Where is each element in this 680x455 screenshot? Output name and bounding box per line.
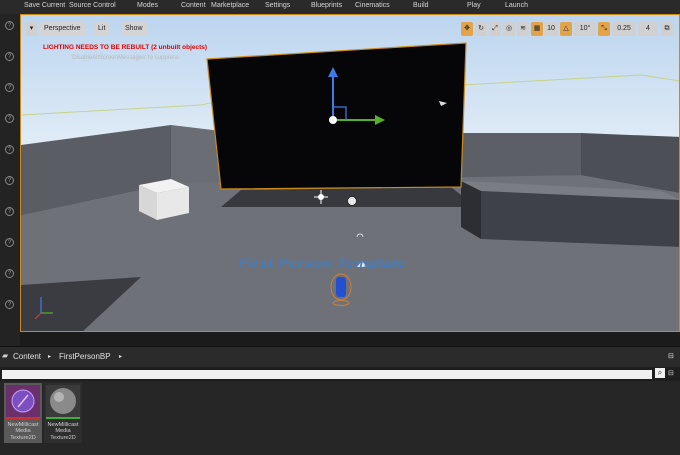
scene-render — [21, 15, 679, 331]
surface-snap-icon[interactable]: ≋ — [517, 22, 529, 36]
breadcrumb-firstpersonbp[interactable]: FirstPersonBP — [59, 352, 111, 361]
content-search-bar: ⌕ ⊟ — [0, 367, 680, 381]
wall-right-back — [451, 133, 581, 180]
left-side-strip: ? ? ? ? ? ? ? ? ? ? — [0, 14, 20, 346]
block-right-front — [481, 191, 679, 247]
breadcrumb-separator-icon[interactable]: ▸ — [119, 353, 122, 360]
help-icon[interactable]: ? — [5, 52, 14, 61]
toolbar-play[interactable]: Play — [467, 2, 481, 9]
show-label: Show — [125, 25, 143, 32]
perspective-label: Perspective — [44, 25, 81, 32]
asset-tile[interactable]: NewMillicast Media Texture2D — [4, 383, 42, 443]
help-icon[interactable]: ? — [5, 21, 14, 30]
main-toolbar: Save Current Source Control Modes Conten… — [0, 0, 680, 15]
lock-icon[interactable]: ⊟ — [668, 352, 674, 360]
help-icon[interactable]: ? — [5, 83, 14, 92]
maximize-viewport-icon[interactable]: ⧉ — [661, 22, 673, 36]
toolbar-settings[interactable]: Settings — [265, 2, 290, 9]
help-icon[interactable]: ? — [5, 207, 14, 216]
asset-label: NewMillicast Media Texture2D — [7, 422, 39, 441]
toolbar-launch[interactable]: Launch — [505, 2, 528, 9]
folder-icon[interactable]: ▰ — [2, 351, 8, 360]
filter-icon[interactable]: ⊟ — [668, 369, 674, 377]
help-icon[interactable]: ? — [5, 300, 14, 309]
asset-tile[interactable]: NewMillicast Media Texture2D — [44, 383, 82, 443]
move-tool-icon[interactable]: ✥ — [461, 22, 473, 36]
toolbar-content[interactable]: Content — [181, 2, 206, 9]
help-icon[interactable]: ? — [5, 238, 14, 247]
grid-snap-icon[interactable]: ▦ — [531, 22, 543, 36]
floor-template-text: First Person Template — [237, 256, 408, 271]
scale-snap-icon[interactable]: ⤡ — [598, 22, 610, 36]
rotate-tool-icon[interactable]: ↻ — [475, 22, 487, 36]
wall-left-back — [171, 125, 221, 187]
content-browser-path-bar: ▰ Content ▸ FirstPersonBP ▸ ⊟ — [0, 346, 680, 367]
viewport-options-button[interactable]: ▾ — [26, 22, 37, 36]
breadcrumb-content[interactable]: Content — [13, 352, 41, 361]
media-screen-plane[interactable] — [206, 42, 467, 190]
lit-label: Lit — [98, 25, 106, 32]
asset-label: NewMillicast Media Texture2D — [47, 422, 79, 441]
media-texture-icon — [6, 385, 40, 419]
show-button[interactable]: Show — [121, 22, 147, 36]
camera-speed-value[interactable]: 4 — [638, 22, 658, 36]
help-icon[interactable]: ? — [5, 176, 14, 185]
search-input[interactable] — [2, 370, 652, 379]
search-icon[interactable]: ⌕ — [655, 368, 665, 378]
toolbar-marketplace[interactable]: Marketplace — [211, 2, 249, 9]
scale-snap-value[interactable]: 0.25 — [612, 22, 636, 36]
lighting-warning: LIGHTING NEEDS TO BE REBUILT (2 unbuilt … — [43, 44, 208, 51]
toolbar-build[interactable]: Build — [413, 2, 429, 9]
breadcrumb-separator-icon[interactable]: ▸ — [48, 353, 51, 360]
toolbar-modes[interactable]: Modes — [137, 2, 158, 9]
asset-grid: NewMillicast Media Texture2D NewMillicas… — [0, 381, 680, 455]
lit-button[interactable]: Lit — [94, 22, 110, 36]
toolbar-blueprints[interactable]: Blueprints — [311, 2, 342, 9]
level-viewport[interactable]: ▾ Perspective Lit Show ✥ ↻ ⤢ ◎ ≋ ▦ 10 △ … — [20, 14, 680, 332]
world-space-icon[interactable]: ◎ — [503, 22, 515, 36]
rotation-snap-value[interactable]: 10° — [574, 22, 596, 36]
perspective-button[interactable]: Perspective — [40, 22, 85, 36]
help-icon[interactable]: ? — [5, 145, 14, 154]
toolbar-source-control[interactable]: Source Control — [69, 2, 116, 9]
toolbar-cinematics[interactable]: Cinematics — [355, 2, 390, 9]
rotation-snap-icon[interactable]: △ — [560, 22, 572, 36]
help-icon[interactable]: ? — [5, 114, 14, 123]
toolbar-save-current[interactable]: Save Current — [24, 2, 65, 9]
help-icon[interactable]: ? — [5, 269, 14, 278]
sphere-texture-icon — [46, 385, 80, 419]
scale-tool-icon[interactable]: ⤢ — [489, 22, 501, 36]
grid-snap-value[interactable]: 10 — [544, 22, 558, 36]
suppress-hint: 'DisableAllScreenMessages' to suppress — [71, 55, 180, 61]
sphere-reflection-icon[interactable] — [347, 196, 357, 206]
